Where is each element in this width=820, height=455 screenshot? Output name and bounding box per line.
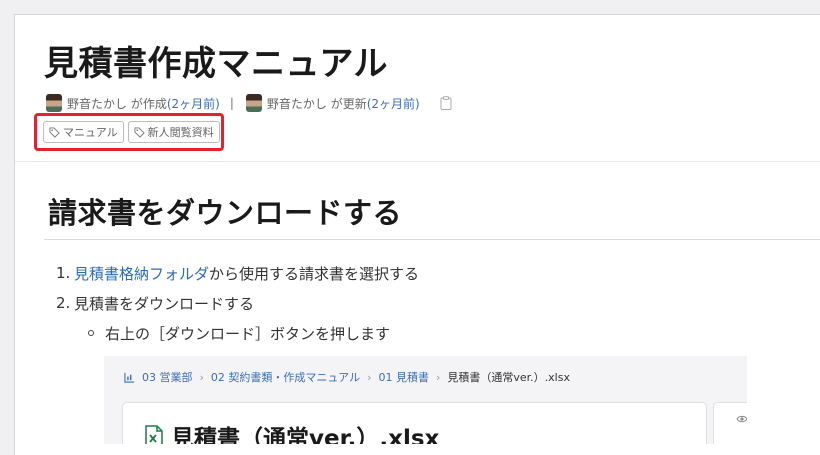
created-time: (2ヶ月前) bbox=[166, 96, 220, 111]
heading-underline bbox=[44, 239, 820, 240]
tag-icon bbox=[134, 126, 145, 138]
avatar[interactable] bbox=[245, 94, 262, 112]
chevron-right-icon: › bbox=[199, 370, 204, 384]
chevron-right-icon: › bbox=[367, 370, 372, 384]
chart-icon bbox=[124, 372, 135, 383]
avatar[interactable] bbox=[46, 94, 62, 112]
tag-label: マニュアル bbox=[63, 126, 118, 139]
tag-icon bbox=[49, 126, 60, 138]
divider bbox=[15, 161, 820, 162]
page-title: 見積書作成マニュアル bbox=[44, 44, 388, 84]
created-by: 野音たかし が作成 bbox=[67, 96, 167, 111]
chevron-right-icon: › bbox=[435, 370, 441, 384]
section-heading: 請求書をダウンロードする bbox=[48, 196, 403, 230]
meta-separator: | bbox=[229, 96, 234, 110]
step-list: 1. 見積書格納フォルダ から使用する請求書を選択する 2. 見積書をダウンロー… bbox=[56, 258, 419, 348]
page-meta: 野音たかし が作成 (2ヶ月前) | 野音たかし が更新 (2ヶ月前) bbox=[46, 94, 452, 112]
tag-label: 新人閲覧資料 bbox=[147, 126, 214, 139]
excel-icon bbox=[145, 425, 163, 444]
updated-time[interactable]: (2ヶ月前) bbox=[367, 95, 420, 112]
breadcrumb: 03 営業部 › 02 契約書類・作成マニュアル › 01 見積書 › 見積書（… bbox=[124, 369, 570, 385]
breadcrumb-current: 見積書（通常ver.）.xlsx bbox=[447, 371, 570, 384]
breadcrumb-item[interactable]: 01 見積書 bbox=[378, 369, 429, 385]
eye-icon[interactable] bbox=[736, 414, 747, 424]
list-item: 2. 見積書をダウンロードする bbox=[56, 294, 255, 313]
tag-manual[interactable]: マニュアル bbox=[43, 121, 124, 143]
clipboard-icon[interactable] bbox=[440, 96, 452, 110]
side-card bbox=[713, 402, 747, 444]
embedded-screenshot: 03 営業部 › 02 契約書類・作成マニュアル › 01 見積書 › 見積書（… bbox=[104, 356, 747, 444]
breadcrumb-item[interactable]: 02 契約書類・作成マニュアル bbox=[211, 369, 360, 385]
file-title: 見積書（通常ver.）.xlsx bbox=[145, 419, 439, 444]
list-item: 1. 見積書格納フォルダ から使用する請求書を選択する bbox=[56, 263, 420, 284]
list-item: 右上の［ダウンロード］ボタンを押します bbox=[56, 318, 419, 348]
folder-link[interactable]: 見積書格納フォルダ bbox=[74, 263, 209, 284]
bullet-icon bbox=[88, 330, 94, 336]
updated-by: 野音たかし が更新 bbox=[266, 96, 367, 111]
tag-newcomer[interactable]: 新人閲覧資料 bbox=[127, 121, 220, 143]
file-card: 見積書（通常ver.）.xlsx bbox=[122, 402, 707, 444]
breadcrumb-item[interactable]: 03 営業部 bbox=[142, 369, 193, 385]
tag-highlight-box: マニュアル 新人閲覧資料 bbox=[34, 113, 224, 151]
